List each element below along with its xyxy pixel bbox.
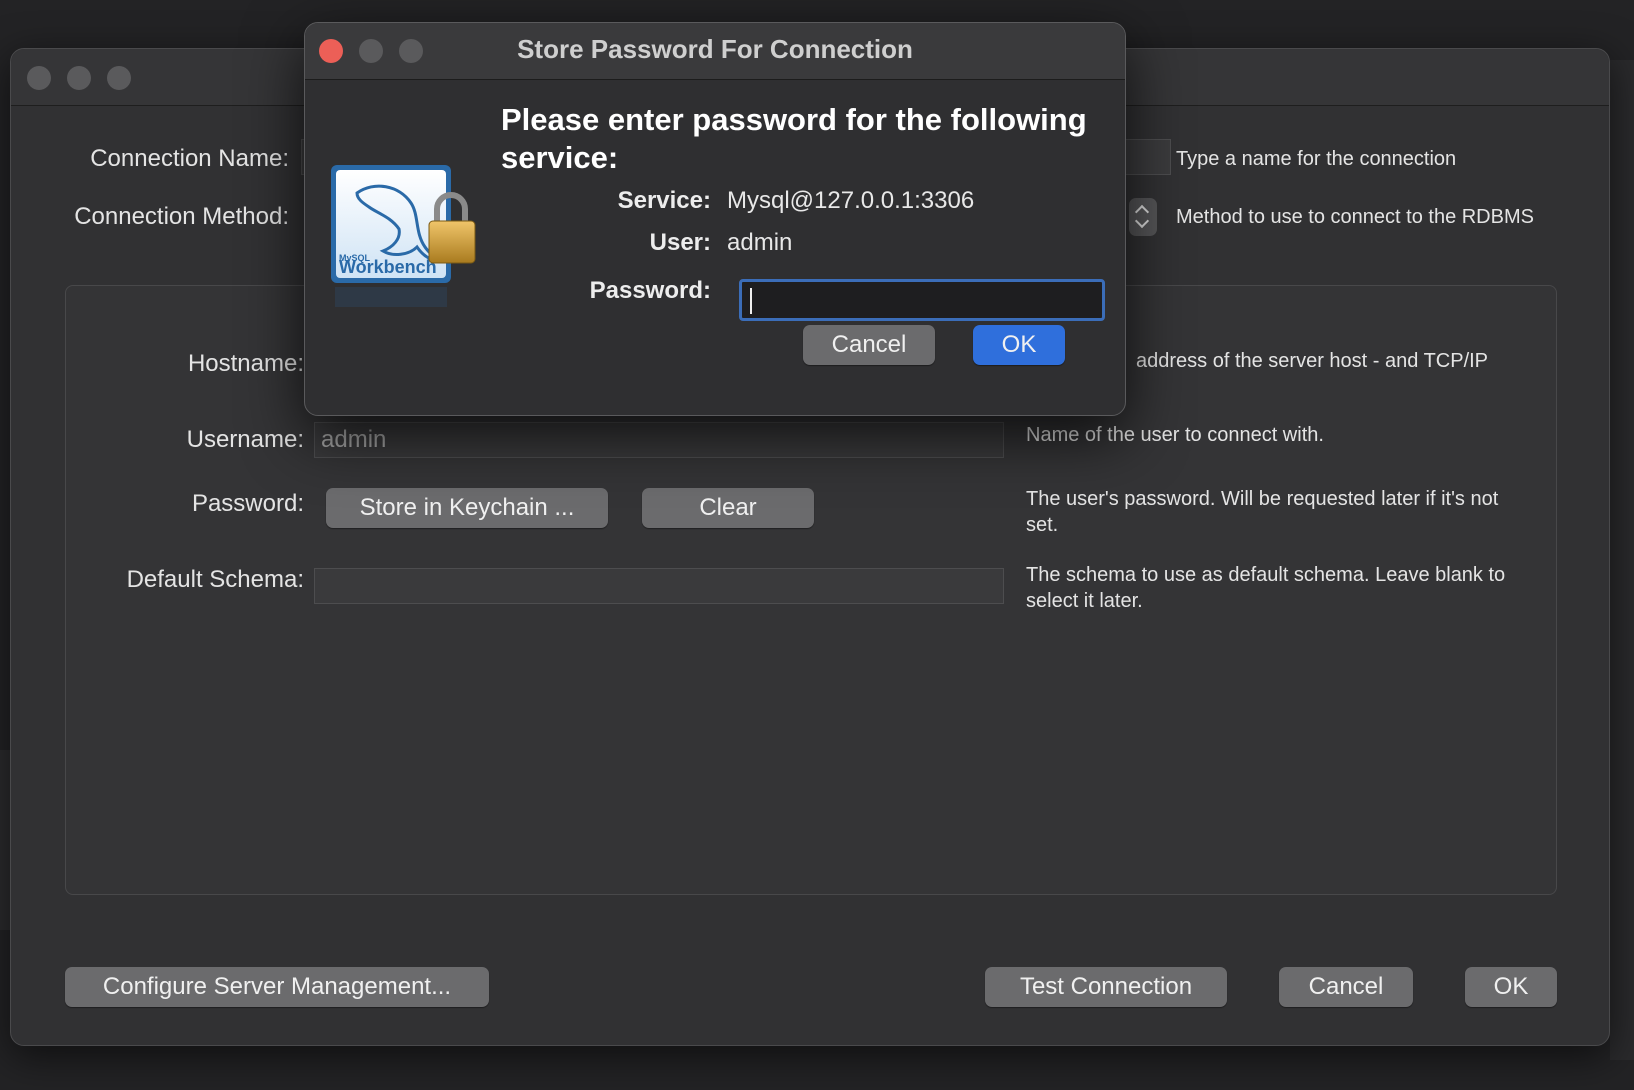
username-label: Username: xyxy=(186,426,304,453)
minimize-window-button[interactable] xyxy=(67,66,91,90)
default-schema-label: Default Schema: xyxy=(126,566,304,593)
ok-button[interactable]: OK xyxy=(1465,967,1557,1007)
dialog-ok-button[interactable]: OK xyxy=(973,325,1065,365)
connection-method-hint: Method to use to connect to the RDBMS xyxy=(1176,206,1534,228)
connection-name-hint: Type a name for the connection xyxy=(1176,148,1457,170)
mysql-workbench-dolphin-icon: MySQL Workbench xyxy=(331,165,476,307)
username-input[interactable]: admin xyxy=(314,422,1004,458)
hostname-hint: address of the server host - and TCP/IP xyxy=(1136,350,1489,372)
store-in-keychain-button[interactable]: Store in Keychain ... xyxy=(326,488,608,528)
connection-name-label: Connection Name: xyxy=(90,145,289,172)
configure-server-management-button[interactable]: Configure Server Management... xyxy=(65,967,489,1007)
dialog-cancel-button[interactable]: Cancel xyxy=(803,325,935,365)
password-hint: The user's password. Will be requested l… xyxy=(1026,488,1499,536)
clear-password-button[interactable]: Clear xyxy=(642,488,814,528)
dialog-heading: Please enter password for the following … xyxy=(501,102,1087,175)
test-connection-button[interactable]: Test Connection xyxy=(985,967,1227,1007)
store-password-dialog: Store Password For Connection MySQL Work… xyxy=(304,22,1126,416)
dialog-password-input[interactable] xyxy=(739,279,1105,321)
default-schema-input[interactable] xyxy=(314,568,1004,604)
hostname-label: Hostname: xyxy=(187,350,304,377)
close-window-button[interactable] xyxy=(27,66,51,90)
username-hint: Name of the user to connect with. xyxy=(1026,424,1324,446)
user-value: admin xyxy=(727,229,793,256)
service-value: Mysql@127.0.0.1:3306 xyxy=(727,187,975,214)
zoom-window-button[interactable] xyxy=(107,66,131,90)
password-label: Password: xyxy=(191,490,304,517)
default-schema-hint: The schema to use as default schema. Lea… xyxy=(1026,564,1506,612)
background-window-edge xyxy=(1610,60,1634,1060)
logo-text: Workbench xyxy=(339,257,437,277)
up-down-stepper-icon[interactable] xyxy=(1129,198,1157,236)
service-label: Service: xyxy=(617,187,711,214)
dialog-titlebar[interactable]: Store Password For Connection xyxy=(305,23,1125,80)
text-caret xyxy=(750,288,752,314)
connection-method-label: Connection Method: xyxy=(74,203,289,230)
dialog-title: Store Password For Connection xyxy=(517,34,913,64)
dialog-password-label: Password: xyxy=(589,277,711,304)
user-label: User: xyxy=(649,229,711,256)
cancel-button[interactable]: Cancel xyxy=(1279,967,1413,1007)
